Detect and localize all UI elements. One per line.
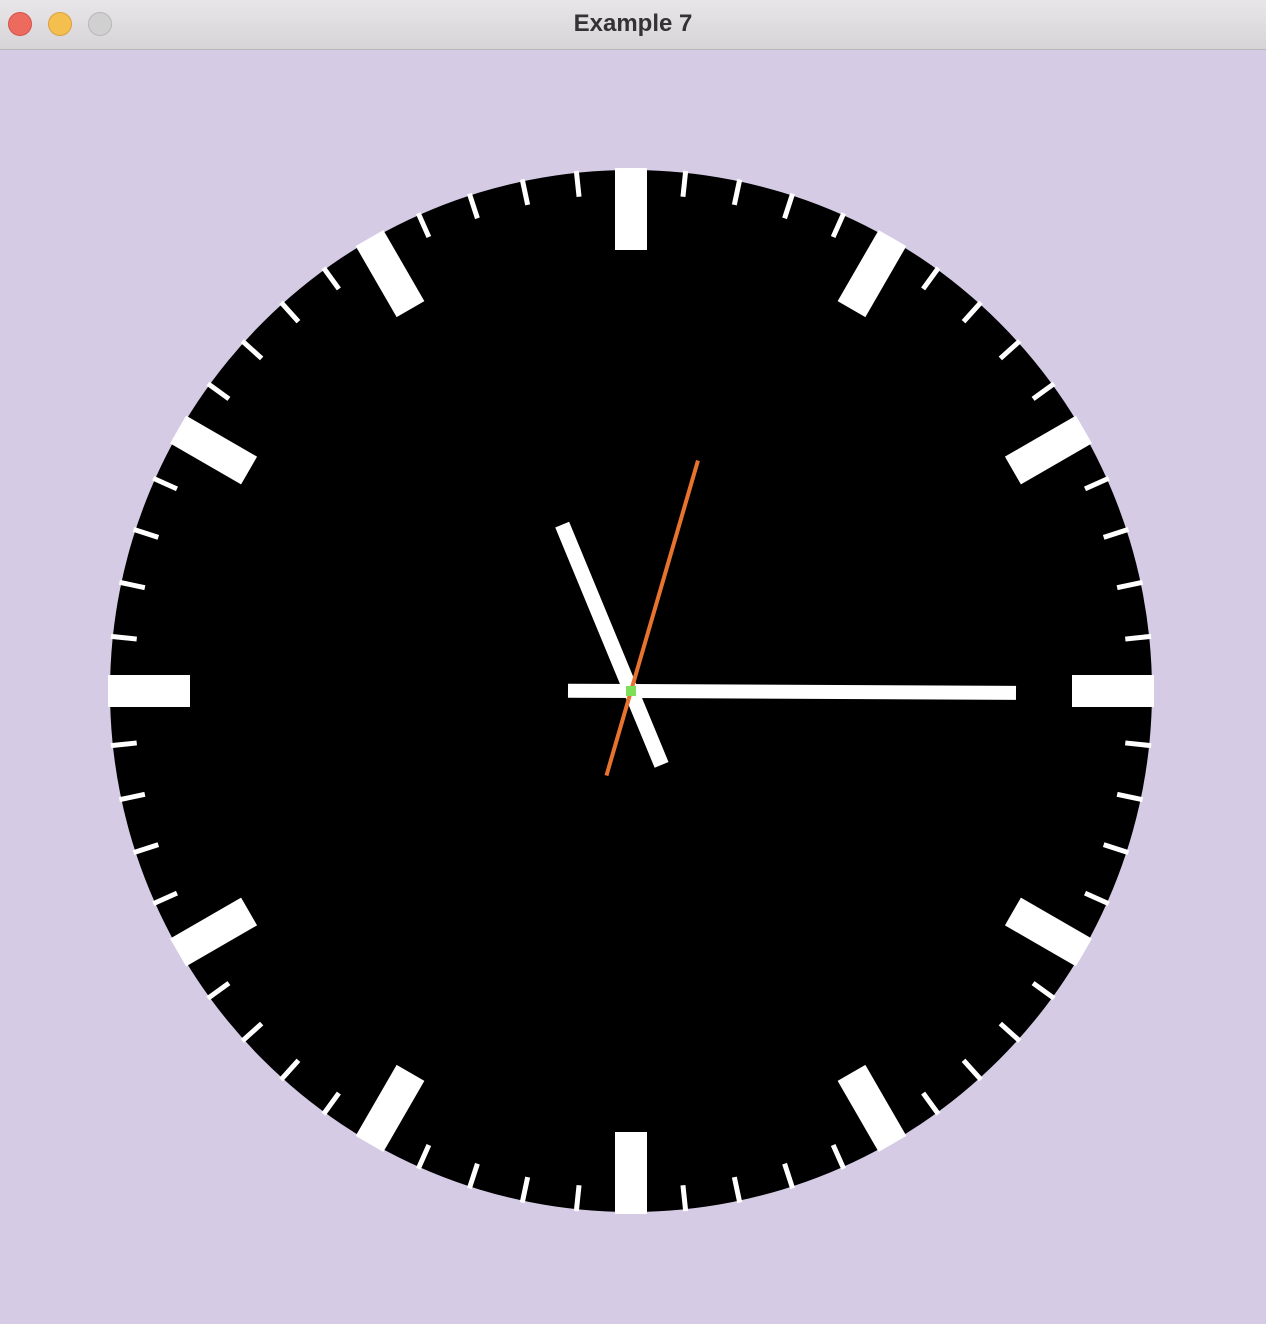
hour-tick-mark	[108, 675, 190, 707]
app-window: Example 7	[0, 0, 1266, 1324]
hour-tick-mark	[615, 1132, 647, 1214]
analog-clock	[108, 168, 1154, 1214]
center-pivot	[626, 686, 636, 696]
hour-tick-mark	[615, 168, 647, 250]
clock-canvas-area	[0, 51, 1266, 1324]
hour-tick-mark	[1072, 675, 1154, 707]
